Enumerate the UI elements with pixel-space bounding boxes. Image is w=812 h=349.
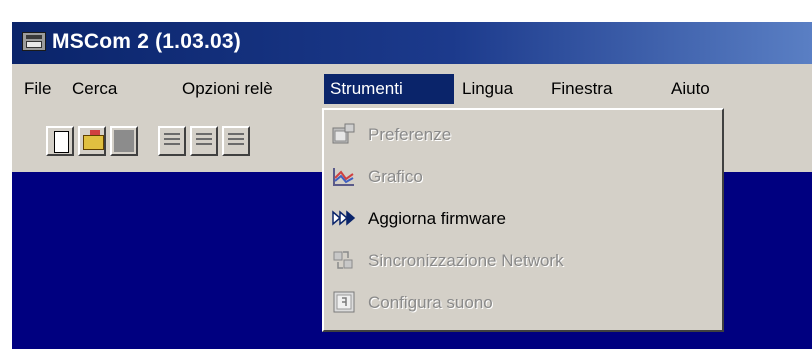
menu-strumenti[interactable]: Strumenti [324, 74, 454, 104]
title-bar[interactable]: MSCom 2 (1.03.03) [12, 22, 812, 64]
menu-lingua[interactable]: Lingua [456, 74, 519, 104]
fast-forward-icon [332, 206, 356, 230]
save-button[interactable] [110, 126, 138, 156]
window-title: MSCom 2 (1.03.03) [52, 30, 241, 53]
menu-item-aggiorna-firmware[interactable]: Aggiorna firmware [324, 200, 720, 238]
menu-item-configura-suono[interactable]: Configura suono [324, 284, 720, 322]
chart-icon [332, 164, 356, 188]
sound-config-icon [332, 290, 356, 314]
menu-item-label: Aggiorna firmware [368, 209, 506, 228]
open-folder-button[interactable] [78, 126, 106, 156]
new-document-icon [54, 131, 69, 153]
app-window: MSCom 2 (1.03.03) File Cerca Opzioni rel… [12, 22, 812, 349]
menu-item-label: Sincronizzazione Network [368, 251, 564, 270]
save-icon [114, 130, 134, 152]
menu-opzioni-rele[interactable]: Opzioni relè [176, 74, 279, 104]
menu-file[interactable]: File [18, 74, 57, 104]
align-icon [164, 133, 180, 148]
toolbar-icon [228, 133, 244, 148]
menu-bar: File Cerca Opzioni relè Strumenti Lingua… [12, 70, 812, 108]
list-icon [196, 133, 212, 148]
align-button[interactable] [158, 126, 186, 156]
menu-item-grafico[interactable]: Grafico [324, 158, 720, 196]
menu-finestra[interactable]: Finestra [545, 74, 618, 104]
menu-item-label: Grafico [368, 167, 423, 186]
strumenti-dropdown-menu: Preferenze Grafico Aggiorna firmware Sin… [322, 108, 724, 332]
app-icon[interactable] [22, 32, 46, 51]
toolbar-button-6[interactable] [222, 126, 250, 156]
menu-cerca[interactable]: Cerca [66, 74, 123, 104]
menu-item-preferenze[interactable]: Preferenze [324, 116, 720, 154]
preferences-icon [332, 122, 356, 146]
new-document-button[interactable] [46, 126, 74, 156]
open-folder-icon [83, 130, 104, 150]
menu-item-sincronizzazione-network[interactable]: Sincronizzazione Network [324, 242, 720, 280]
menu-item-label: Preferenze [368, 125, 452, 144]
menu-item-label: Configura suono [368, 293, 493, 312]
menu-aiuto[interactable]: Aiuto [665, 74, 716, 104]
list-button[interactable] [190, 126, 218, 156]
network-sync-icon [332, 248, 356, 272]
